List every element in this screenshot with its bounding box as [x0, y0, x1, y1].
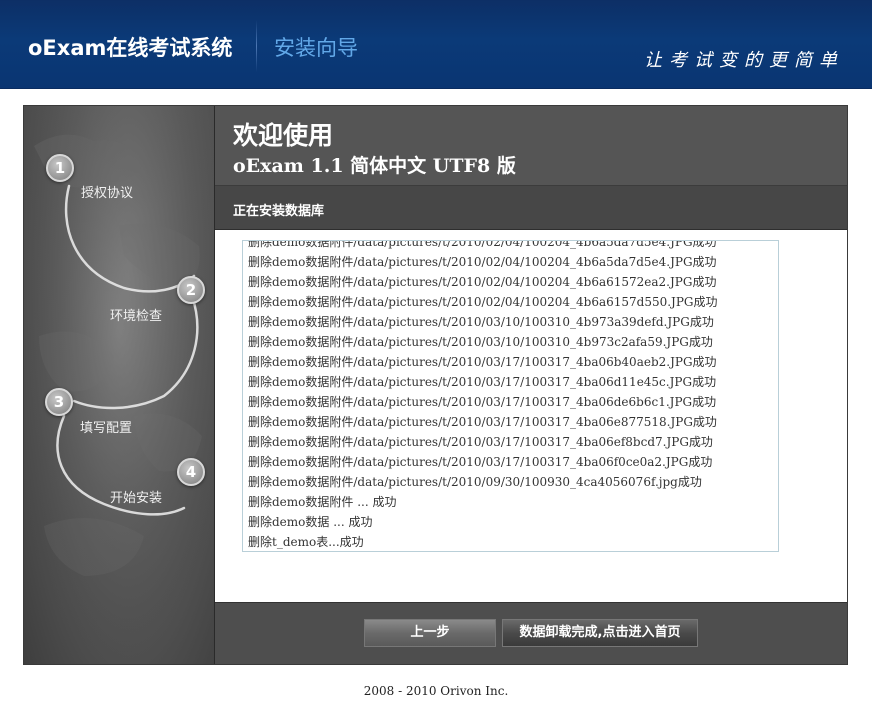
- step-3-label: 填写配置: [80, 421, 133, 436]
- app-header: oExam在线考试系统 安装向导 让考试变的更简单: [0, 0, 872, 89]
- header-divider: [256, 20, 257, 72]
- section-title: 正在安装数据库: [233, 204, 325, 219]
- log-line: 删除t_demo表...成功: [248, 535, 364, 549]
- action-bar: 上一步 数据卸载完成,点击进入首页: [215, 602, 847, 664]
- log-line: 删除demo数据附件/data/pictures/t/2010/03/17/10…: [248, 455, 713, 469]
- log-line: 删除demo数据附件/data/pictures/t/2010/03/10/10…: [248, 335, 713, 349]
- installer-frame: 1 授权协议 2 环境检查 3 填写配置 4 开始安装 欢迎使用 oExam 1…: [23, 105, 848, 665]
- log-line: 删除demo数据附件/data/pictures/t/2010/03/17/10…: [248, 355, 717, 369]
- previous-step-button[interactable]: 上一步: [364, 619, 496, 647]
- log-line: 删除demo数据附件/data/pictures/t/2010/03/17/10…: [248, 375, 717, 389]
- step-sidebar: 1 授权协议 2 环境检查 3 填写配置 4 开始安装: [24, 106, 215, 664]
- brand-title: oExam在线考试系统: [28, 36, 233, 60]
- log-line: 删除demo数据附件/data/pictures/t/2010/09/30/10…: [248, 475, 702, 489]
- step-2-label: 环境检查: [110, 309, 163, 324]
- copyright-text: 2008 - 2010 Orivon Inc.: [363, 684, 509, 698]
- log-line: 删除demo数据 ... 成功: [248, 515, 373, 529]
- log-line: 删除demo数据附件/data/pictures/t/2010/03/17/10…: [248, 395, 717, 409]
- log-line: 删除demo数据附件/data/pictures/t/2010/03/17/10…: [248, 415, 717, 429]
- content-body: 删除demo数据附件/data/pictures/t/2010/02/04/10…: [215, 230, 847, 602]
- log-line: 删除demo数据附件/data/pictures/t/2010/02/04/10…: [248, 255, 717, 269]
- wizard-title: 安装向导: [274, 36, 358, 60]
- section-bar: 正在安装数据库: [215, 186, 847, 230]
- slogan-text: 让考试变的更简单: [644, 50, 844, 71]
- step-4-badge: 4: [177, 458, 205, 486]
- step-3-badge: 3: [45, 388, 73, 416]
- log-line: 删除demo数据附件/data/pictures/t/2010/03/17/10…: [248, 435, 713, 449]
- step-4-label: 开始安装: [110, 491, 163, 506]
- log-list: 删除demo数据附件/data/pictures/t/2010/02/04/10…: [248, 240, 718, 551]
- log-line: 删除demo数据附件/data/pictures/t/2010/02/04/10…: [248, 275, 717, 289]
- step-1-label: 授权协议: [81, 186, 134, 201]
- log-line: 删除demo数据附件/data/pictures/t/2010/02/04/10…: [248, 295, 718, 309]
- step-1-badge: 1: [46, 154, 74, 182]
- log-line: 删除demo数据附件/data/pictures/t/2010/03/10/10…: [248, 315, 714, 329]
- step-2-badge: 2: [177, 276, 205, 304]
- version-title: oExam 1.1 简体中文 UTF8 版: [233, 155, 516, 177]
- welcome-title: 欢迎使用: [233, 121, 334, 150]
- welcome-header: 欢迎使用 oExam 1.1 简体中文 UTF8 版: [215, 106, 847, 186]
- install-log[interactable]: 删除demo数据附件/data/pictures/t/2010/02/04/10…: [242, 240, 779, 552]
- log-line: 删除demo数据附件 ... 成功: [248, 495, 397, 509]
- finish-enter-home-button[interactable]: 数据卸载完成,点击进入首页: [502, 619, 698, 647]
- log-line: 删除demo数据附件/data/pictures/t/2010/02/04/10…: [248, 240, 717, 249]
